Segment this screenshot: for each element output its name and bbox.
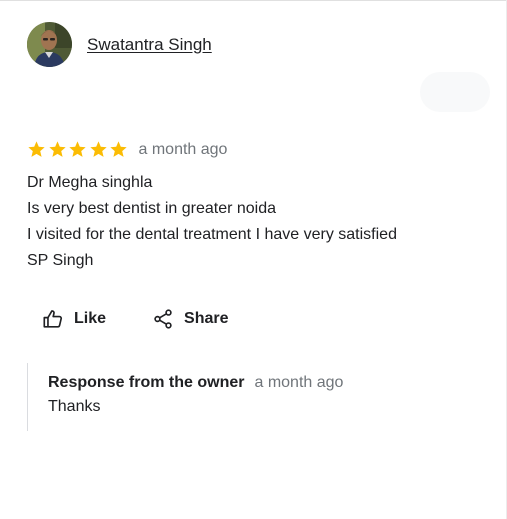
like-label: Like <box>74 310 107 327</box>
review-date: a month ago <box>138 140 228 158</box>
reviewer-name-link[interactable]: Swatantra Singh <box>87 35 212 55</box>
review-text-line: I visited for the dental treatment I hav… <box>27 226 397 243</box>
share-button[interactable]: Share <box>152 308 228 330</box>
star-icon <box>69 141 86 157</box>
share-icon <box>154 309 172 329</box>
review-actions: Like Share <box>42 308 228 330</box>
owner-response-date: a month ago <box>254 374 344 391</box>
review-text-line: Is very best dentist in greater noida <box>27 200 277 217</box>
owner-response: Response from the owner a month ago Than… <box>27 363 468 431</box>
follow-button-placeholder <box>420 72 490 112</box>
review-card: Swatantra Singh a month ago Dr Megha sin… <box>0 0 507 519</box>
reviewer-header: Swatantra Singh <box>27 22 212 67</box>
owner-response-text: Thanks <box>48 398 101 415</box>
owner-response-title: Response from the owner <box>48 374 245 391</box>
share-label: Share <box>184 310 229 327</box>
rating-row: a month ago <box>27 140 227 159</box>
star-rating <box>27 140 130 159</box>
review-text: Dr Megha singhla Is very best dentist in… <box>27 170 397 274</box>
top-divider <box>0 0 507 1</box>
owner-response-header: Response from the owner a month ago <box>48 374 343 392</box>
star-icon <box>48 141 66 157</box>
star-icon <box>89 141 107 157</box>
thumbs-up-icon <box>43 310 63 328</box>
star-icon <box>28 141 45 157</box>
review-text-line: SP Singh <box>27 252 94 269</box>
star-icon <box>110 141 127 157</box>
avatar-photo <box>27 22 72 67</box>
reviewer-avatar[interactable] <box>27 22 72 67</box>
like-button[interactable]: Like <box>42 308 106 330</box>
review-text-line: Dr Megha singhla <box>27 174 153 191</box>
